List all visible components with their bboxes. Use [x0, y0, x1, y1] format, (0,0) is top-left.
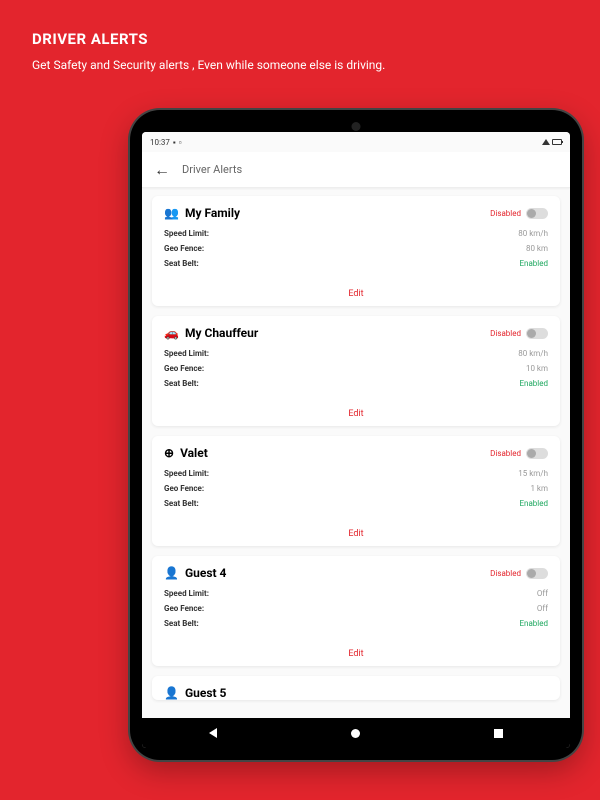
seat-value: Enabled [519, 499, 548, 508]
geo-value: Off [537, 604, 548, 613]
edit-button[interactable]: Edit [348, 409, 363, 419]
nav-recent-icon[interactable] [494, 729, 503, 738]
status-notif-icon: ▫ [179, 138, 182, 147]
enable-toggle[interactable] [526, 568, 548, 579]
promo-title: DRIVER ALERTS [32, 30, 148, 48]
edit-button[interactable]: Edit [348, 289, 363, 299]
enable-toggle[interactable] [526, 208, 548, 219]
status-label: Disabled [490, 209, 521, 218]
geo-value: 10 km [526, 364, 548, 373]
status-label: Disabled [490, 569, 521, 578]
speed-label: Speed Limit: [164, 229, 209, 238]
profile-card-my-chauffeur: 🚗 My Chauffeur Disabled Speed Limit: 80 k… [152, 316, 560, 426]
back-button[interactable]: ← [154, 160, 170, 180]
status-time: 10:37 [150, 138, 170, 147]
profile-card-my-family: 👥 My Family Disabled Speed Limit: 80 km/h… [152, 196, 560, 306]
enable-toggle[interactable] [526, 328, 548, 339]
android-nav-bar [142, 718, 570, 748]
content-area: 👥 My Family Disabled Speed Limit: 80 km/h… [142, 188, 570, 718]
tablet-camera [352, 122, 361, 131]
family-icon: 👥 [164, 206, 179, 220]
chauffeur-icon: 🚗 [164, 326, 179, 340]
card-title: Guest 5 [185, 686, 226, 700]
geo-value: 1 km [530, 484, 548, 493]
status-label: Disabled [490, 449, 521, 458]
speed-label: Speed Limit: [164, 589, 209, 598]
app-bar: ← Driver Alerts [142, 152, 570, 188]
profile-card-valet: ⊕ Valet Disabled Speed Limit: 15 km/h Geo… [152, 436, 560, 546]
enable-toggle[interactable] [526, 448, 548, 459]
speed-value: 80 km/h [518, 349, 548, 358]
geo-label: Geo Fence: [164, 604, 204, 613]
edit-button[interactable]: Edit [348, 649, 363, 659]
nav-back-icon[interactable] [209, 728, 217, 738]
status-bar: 10:37 ▪ ▫ [142, 132, 570, 152]
nav-home-icon[interactable] [351, 729, 360, 738]
seat-value: Enabled [519, 259, 548, 268]
tablet-screen: 10:37 ▪ ▫ ← Driver Alerts 👥 My Family [142, 132, 570, 748]
edit-button[interactable]: Edit [348, 529, 363, 539]
profile-card-guest-5: 👤 Guest 5 [152, 676, 560, 700]
geo-label: Geo Fence: [164, 364, 204, 373]
app-bar-title: Driver Alerts [182, 163, 242, 176]
card-title: Valet [180, 446, 208, 460]
speed-value: 15 km/h [518, 469, 548, 478]
seat-label: Seat Belt: [164, 259, 199, 268]
speed-label: Speed Limit: [164, 469, 209, 478]
guest-icon: 👤 [164, 566, 179, 580]
speed-value: Off [537, 589, 548, 598]
card-title: My Chauffeur [185, 326, 258, 340]
geo-label: Geo Fence: [164, 244, 204, 253]
seat-label: Seat Belt: [164, 379, 199, 388]
signal-icon [542, 139, 550, 145]
card-title: My Family [185, 206, 240, 220]
speed-label: Speed Limit: [164, 349, 209, 358]
card-title: Guest 4 [185, 566, 226, 580]
battery-icon [552, 139, 562, 145]
geo-label: Geo Fence: [164, 484, 204, 493]
guest-icon: 👤 [164, 686, 179, 700]
promo-subtitle: Get Safety and Security alerts , Even wh… [32, 58, 385, 72]
valet-icon: ⊕ [164, 446, 174, 460]
seat-value: Enabled [519, 619, 548, 628]
status-label: Disabled [490, 329, 521, 338]
profile-card-guest-4: 👤 Guest 4 Disabled Speed Limit: Off Geo F… [152, 556, 560, 666]
seat-value: Enabled [519, 379, 548, 388]
geo-value: 80 km [526, 244, 548, 253]
status-app-icon: ▪ [173, 138, 176, 147]
speed-value: 80 km/h [518, 229, 548, 238]
seat-label: Seat Belt: [164, 619, 199, 628]
seat-label: Seat Belt: [164, 499, 199, 508]
tablet-frame: 10:37 ▪ ▫ ← Driver Alerts 👥 My Family [130, 110, 582, 760]
